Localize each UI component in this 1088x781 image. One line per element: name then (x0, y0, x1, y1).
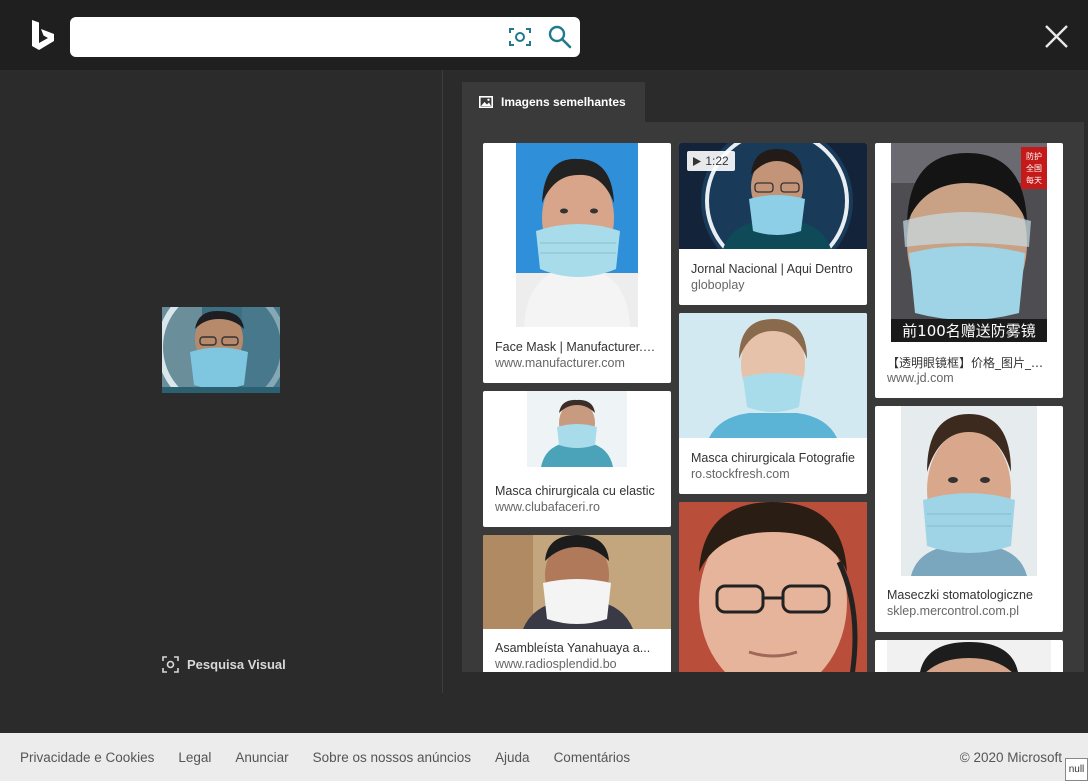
thumbnail-corner-text-2: 全国 (1026, 163, 1042, 173)
result-title[interactable]: 【透明眼镜框】价格_图片_品牌 (887, 354, 1051, 371)
thumbnail-caption: 前100名赠送防雾镜 (902, 322, 1036, 340)
result-title[interactable]: Maseczki stomatologiczne (887, 588, 1051, 602)
result-title[interactable]: Jornal Nacional | Aqui Dentro (691, 262, 855, 276)
footer-links: Privacidade e Cookies Legal Anunciar Sob… (20, 733, 654, 781)
top-bar (0, 0, 1088, 70)
tab-label: Imagens semelhantes (501, 95, 626, 109)
visual-search-icon[interactable] (507, 25, 533, 49)
image-icon (479, 96, 493, 108)
visual-search-icon (162, 655, 179, 673)
result-card[interactable]: Maseczki stomatologiczne sklep.mercontro… (875, 406, 1063, 632)
results-grid: Face Mask | Manufacturer.com www.manufac… (462, 122, 1084, 672)
null-indicator: null (1065, 758, 1088, 781)
query-image (162, 307, 280, 393)
result-card[interactable]: Masca chirurgicala cu elastic www.clubaf… (483, 391, 671, 527)
footer-link-privacy[interactable]: Privacidade e Cookies (20, 750, 154, 765)
pane-divider[interactable] (442, 70, 443, 693)
result-card[interactable] (679, 502, 867, 672)
result-domain: www.manufacturer.com (495, 356, 625, 370)
footer-link-advertise[interactable]: Anunciar (235, 750, 288, 765)
visual-search-label[interactable]: Pesquisa Visual (162, 655, 286, 673)
play-icon (693, 156, 702, 166)
result-domain: www.clubafaceri.ro (495, 500, 600, 514)
result-card[interactable]: Asambleísta Yanahuaya a... www.radiosple… (483, 535, 671, 672)
video-duration: 1:22 (705, 154, 729, 168)
search-box (70, 17, 580, 57)
result-domain: globoplay (691, 278, 745, 292)
result-domain: www.radiosplendid.bo (495, 657, 617, 671)
video-duration-badge: 1:22 (687, 151, 735, 171)
result-thumbnail[interactable] (887, 640, 1051, 672)
copyright: © 2020 Microsoft (959, 749, 1062, 765)
footer-link-help[interactable]: Ajuda (495, 750, 530, 765)
visual-search-text: Pesquisa Visual (187, 656, 286, 672)
result-thumbnail[interactable] (516, 143, 638, 327)
search-icon[interactable] (547, 24, 573, 50)
result-title[interactable]: Masca chirurgicala cu elastic (495, 484, 659, 498)
footer-link-about-ads[interactable]: Sobre os nossos anúncios (313, 750, 471, 765)
result-title[interactable]: Asambleísta Yanahuaya a... (495, 641, 659, 655)
search-input[interactable] (80, 25, 494, 51)
result-card[interactable]: Masca chirurgicala Fotografie ro.stockfr… (679, 313, 867, 494)
footer-spacer (0, 693, 1088, 733)
thumbnail-corner-text-1: 防护 (1026, 151, 1042, 161)
result-thumbnail[interactable] (679, 313, 867, 438)
result-title[interactable]: Face Mask | Manufacturer.com (495, 340, 659, 354)
result-card[interactable]: Face Mask | Manufacturer.com www.manufac… (483, 143, 671, 383)
result-thumbnail[interactable] (483, 535, 671, 629)
result-thumbnail[interactable] (679, 502, 867, 672)
result-card[interactable] (875, 640, 1063, 672)
result-domain: ro.stockfresh.com (691, 467, 790, 481)
result-card[interactable]: 前100名赠送防雾镜 防护 全国 每天 【透明眼镜框】价格_图片_品牌 www.… (875, 143, 1063, 398)
result-card[interactable]: 1:22 Jornal Nacional | Aqui Dentro globo… (679, 143, 867, 305)
result-title[interactable]: Masca chirurgicala Fotografie (691, 451, 855, 465)
results-pane: Imagens semelhantes Face Mask | Manufact… (462, 82, 1084, 672)
bing-logo-icon[interactable] (30, 19, 56, 53)
result-thumbnail[interactable]: 前100名赠送防雾镜 防护 全国 每天 (891, 143, 1047, 342)
result-thumbnail[interactable] (527, 391, 627, 467)
footer-link-legal[interactable]: Legal (178, 750, 211, 765)
tab-similar-images[interactable]: Imagens semelhantes (462, 82, 645, 122)
result-domain: sklep.mercontrol.com.pl (887, 604, 1019, 618)
result-thumbnail[interactable] (901, 406, 1037, 576)
footer: Privacidade e Cookies Legal Anunciar Sob… (0, 733, 1088, 781)
footer-link-feedback[interactable]: Comentários (554, 750, 631, 765)
thumbnail-corner-text-3: 每天 (1026, 175, 1042, 185)
close-icon[interactable] (1044, 24, 1069, 49)
result-domain: www.jd.com (887, 371, 954, 385)
